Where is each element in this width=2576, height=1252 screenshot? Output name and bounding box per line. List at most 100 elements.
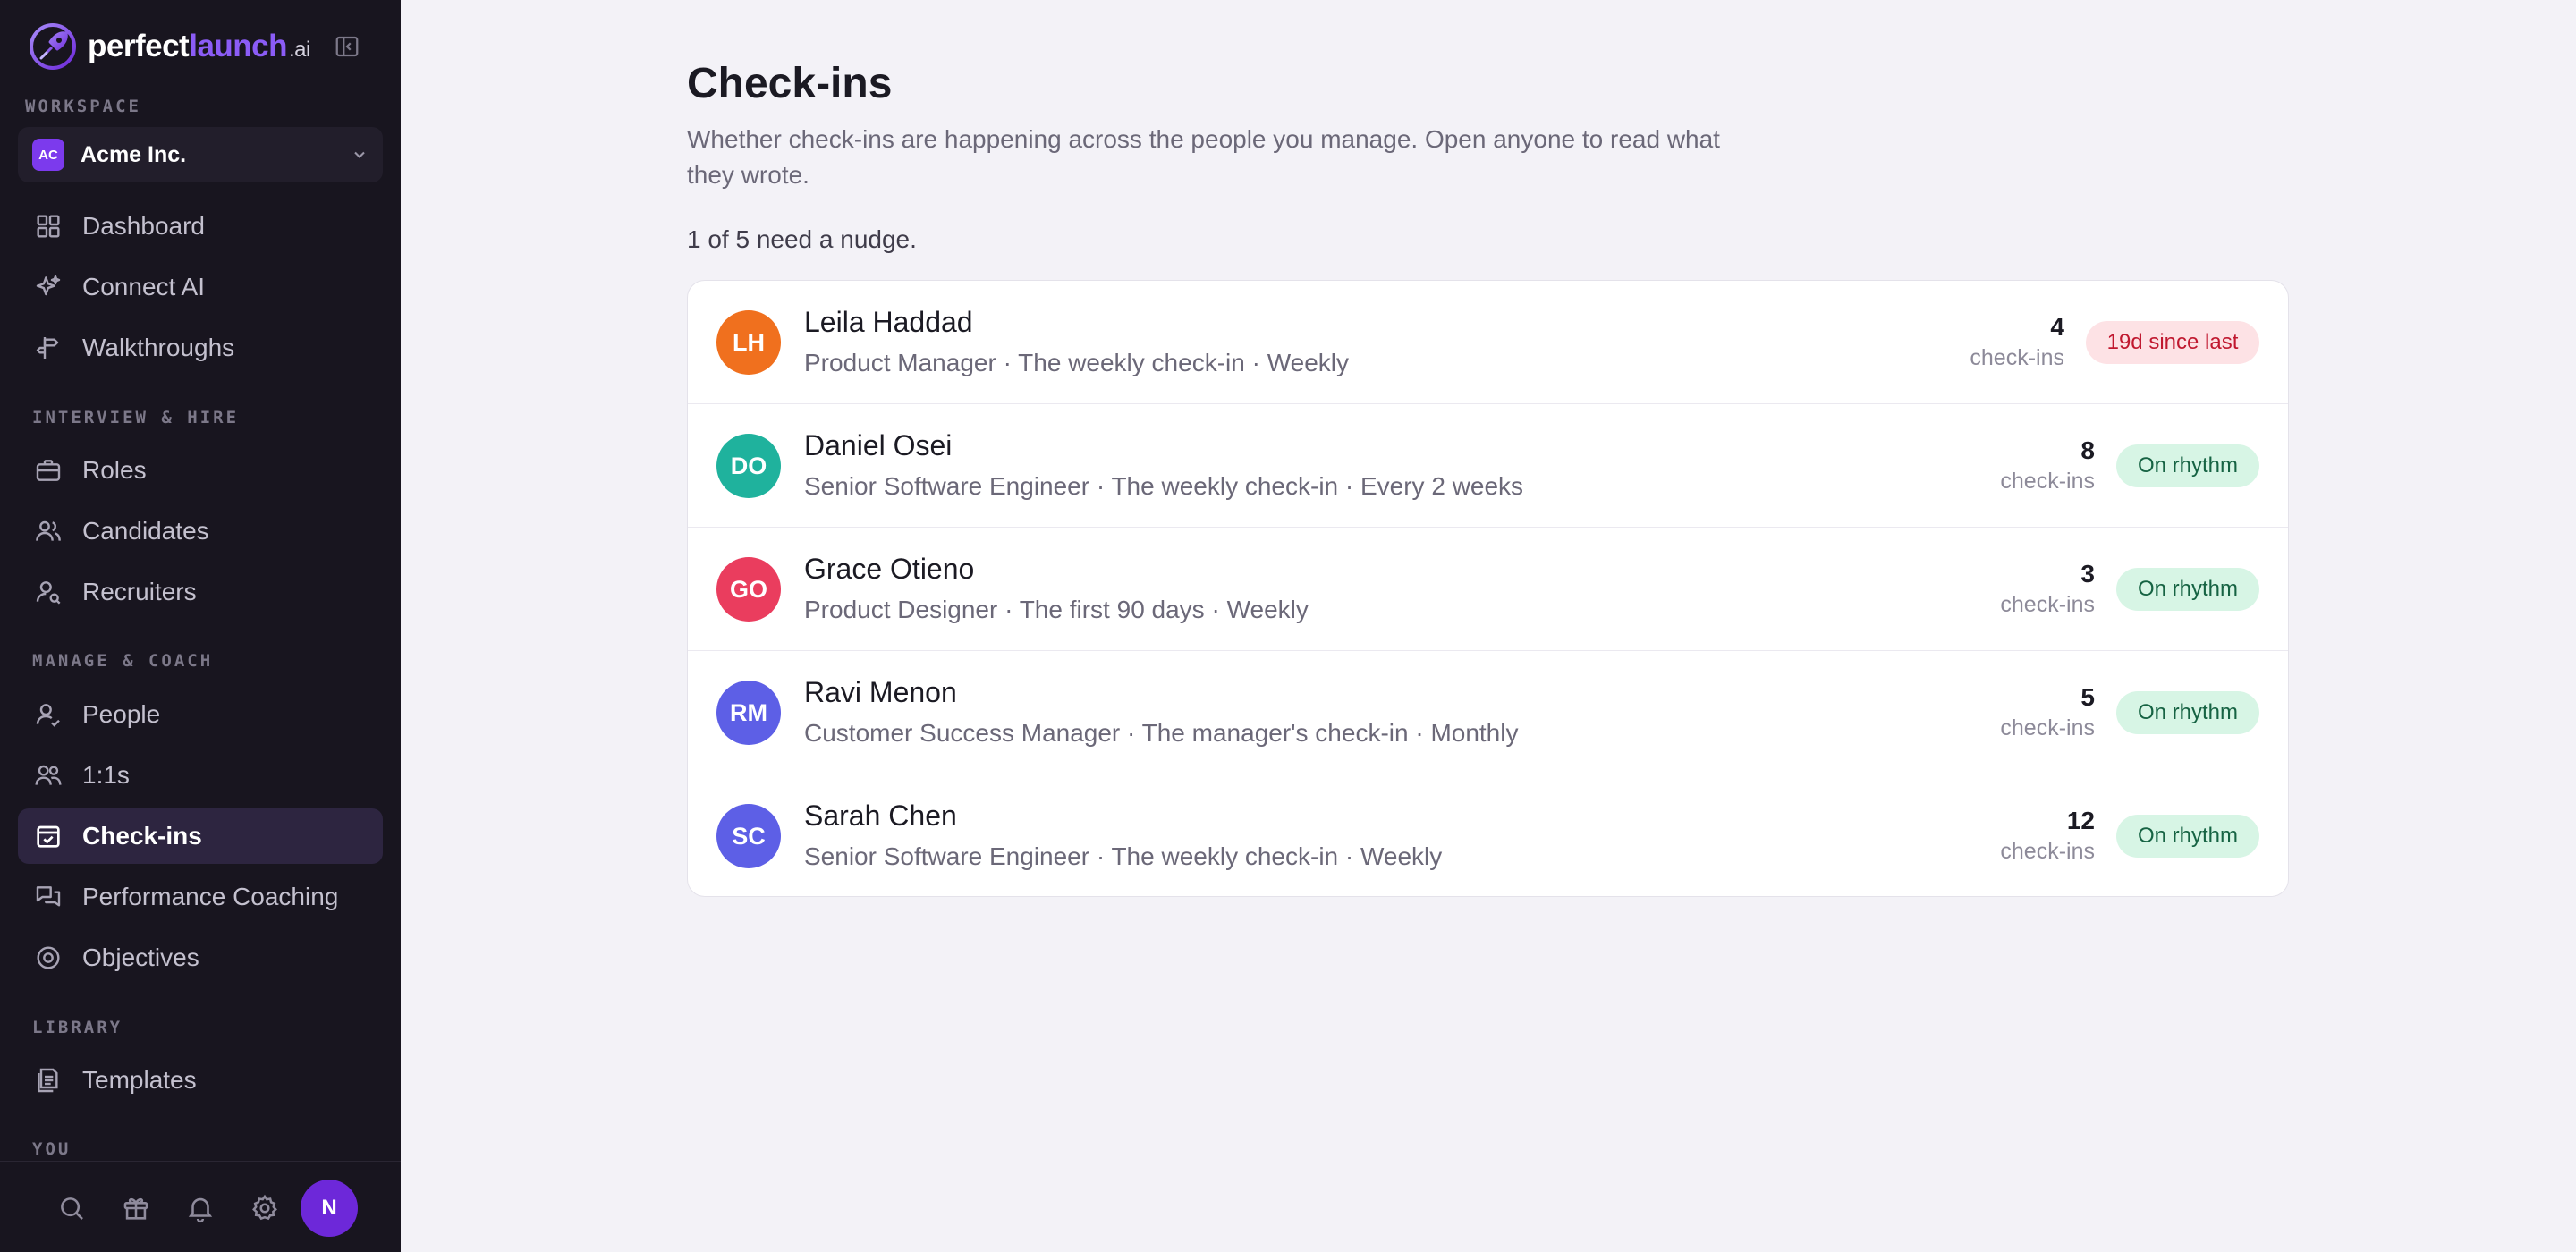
check-in-count-label: check-ins <box>2000 715 2095 740</box>
sidebar-item-label: Connect AI <box>82 273 205 300</box>
status-badge: 19d since last <box>2086 321 2259 364</box>
sidebar-item-performance-coaching[interactable]: Performance Coaching <box>18 869 383 925</box>
status-badge: On rhythm <box>2116 815 2259 858</box>
list-item[interactable]: GO Grace Otieno Product Designer · The fir… <box>688 528 2288 651</box>
user-icon <box>32 698 64 731</box>
search-button[interactable] <box>52 1189 91 1228</box>
user-avatar[interactable]: N <box>301 1180 358 1237</box>
person-meta: Product Designer · The first 90 days · W… <box>804 596 1309 623</box>
avatar: RM <box>716 681 781 745</box>
list-item[interactable]: RM Ravi Menon Customer Success Manager · T… <box>688 651 2288 774</box>
workspace-name: Acme Inc. <box>80 141 187 167</box>
avatar: LH <box>716 310 781 375</box>
you-section-label: YOU <box>32 1139 72 1159</box>
check-in-count-label: check-ins <box>2000 839 2095 864</box>
sidebar-item-label: Objectives <box>82 943 199 971</box>
sidebar-item-roles[interactable]: Roles <box>18 443 383 498</box>
sidebar-item-label: 1:1s <box>82 761 130 789</box>
brand-name: perfect launch .ai <box>88 29 310 63</box>
person-meta: Senior Software Engineer · The weekly ch… <box>804 842 1443 870</box>
status-badge: On rhythm <box>2116 691 2259 734</box>
person-name: Grace Otieno <box>804 553 975 585</box>
sidebar-collapse-icon <box>335 36 359 57</box>
sparkle-icon <box>32 271 64 303</box>
two-users-icon <box>32 759 64 791</box>
check-in-count: 12 <box>2066 807 2095 834</box>
sidebar-item-label: Roles <box>82 456 147 484</box>
rocket-logo-icon <box>30 23 76 70</box>
person-name: Sarah Chen <box>804 799 957 832</box>
sidebar-item-check-ins[interactable]: Check-ins <box>18 808 383 864</box>
signpost-icon <box>32 332 64 364</box>
sidebar-item-candidates[interactable]: Candidates <box>18 503 383 559</box>
avatar: GO <box>716 557 781 622</box>
list-item[interactable]: SC Sarah Chen Senior Software Engineer · T… <box>688 774 2288 896</box>
nudge-summary: 1 of 5 need a nudge. <box>687 225 917 253</box>
check-in-count: 5 <box>2080 683 2095 711</box>
sidebar-item-connect-ai[interactable]: Connect AI <box>18 259 383 315</box>
sidebar-item-label: People <box>82 700 161 728</box>
sidebar-item-walkthroughs[interactable]: Walkthroughs <box>18 320 383 376</box>
chevron-down-icon <box>354 151 365 158</box>
sidebar-item-recruiters[interactable]: Recruiters <box>18 564 383 620</box>
workspace-selector[interactable]: AC Acme Inc. <box>18 127 383 182</box>
status-badge: On rhythm <box>2116 568 2259 611</box>
sidebar-item-1-1s[interactable]: 1:1s <box>18 748 383 803</box>
sidebar-item-label: Candidates <box>82 517 209 545</box>
sidebar-item-people[interactable]: People <box>18 687 383 742</box>
person-name: Leila Haddad <box>804 306 973 338</box>
list-item[interactable]: LH Leila Haddad Product Manager · The week… <box>688 281 2288 404</box>
workspace-badge: AC <box>32 139 64 171</box>
check-in-count: 3 <box>2080 560 2095 588</box>
gear-icon <box>252 1194 277 1221</box>
person-name: Ravi Menon <box>804 676 957 708</box>
sidebar-item-dashboard[interactable]: Dashboard <box>18 199 383 254</box>
sidebar-item-label: Recruiters <box>82 578 197 605</box>
main-content: Check-ins Whether check-ins are happenin… <box>401 0 2576 1252</box>
page-title: Check-ins <box>687 60 893 107</box>
gift-icon <box>123 1197 148 1220</box>
target-icon <box>32 942 64 974</box>
person-meta: Senior Software Engineer · The weekly ch… <box>804 472 1524 500</box>
page-subtitle: Whether check-ins are happening across t… <box>687 125 1720 189</box>
list-item[interactable]: DO Daniel Osei Senior Software Engineer · … <box>688 404 2288 528</box>
sidebar-item-label: Templates <box>82 1066 197 1094</box>
document-stack-icon <box>32 1064 64 1096</box>
person-name: Daniel Osei <box>804 429 953 461</box>
check-in-count-label: check-ins <box>1970 345 2064 370</box>
grid-icon <box>32 210 64 242</box>
sidebar-footer: N <box>0 1161 401 1252</box>
search-icon <box>61 1197 83 1220</box>
person-meta: Product Manager · The weekly check-in · … <box>804 349 1349 376</box>
collapse-sidebar-button[interactable] <box>333 32 361 61</box>
check-in-count-label: check-ins <box>2000 469 2095 494</box>
settings-button[interactable] <box>245 1189 284 1228</box>
sidebar-item-templates[interactable]: Templates <box>18 1053 383 1108</box>
sidebar-item-label: Walkthroughs <box>82 334 235 361</box>
brand[interactable]: perfect launch .ai <box>29 21 310 72</box>
check-in-count-label: check-ins <box>2000 592 2095 617</box>
library-section-label: LIBRARY <box>32 1018 123 1037</box>
notifications-button[interactable] <box>181 1189 220 1228</box>
briefcase-icon <box>32 454 64 486</box>
manage-section-label: MANAGE & COACH <box>32 651 214 671</box>
gift-button[interactable] <box>116 1189 156 1228</box>
check-ins-list: LH Leila Haddad Product Manager · The week… <box>687 280 2289 897</box>
users-icon <box>32 515 64 547</box>
sidebar-item-label: Dashboard <box>82 212 205 240</box>
check-in-count: 8 <box>2080 436 2095 464</box>
sidebar-item-objectives[interactable]: Objectives <box>18 930 383 986</box>
interview-section-label: INTERVIEW & HIRE <box>32 408 240 427</box>
person-meta: Customer Success Manager · The manager's… <box>804 719 1519 747</box>
workspace-section-label: WORKSPACE <box>25 97 141 116</box>
sidebar-item-label: Performance Coaching <box>82 883 339 910</box>
bell-icon <box>188 1197 213 1223</box>
status-badge: On rhythm <box>2116 444 2259 487</box>
sidebar-item-label: Check-ins <box>82 822 202 850</box>
calendar-check-icon <box>32 820 64 852</box>
chat-bubbles-icon <box>32 881 64 913</box>
avatar: SC <box>716 804 781 868</box>
check-in-count: 4 <box>2050 313 2064 341</box>
sidebar: perfect launch .ai WORKSPACE AC Acme Inc. … <box>0 0 401 1252</box>
avatar: DO <box>716 434 781 498</box>
